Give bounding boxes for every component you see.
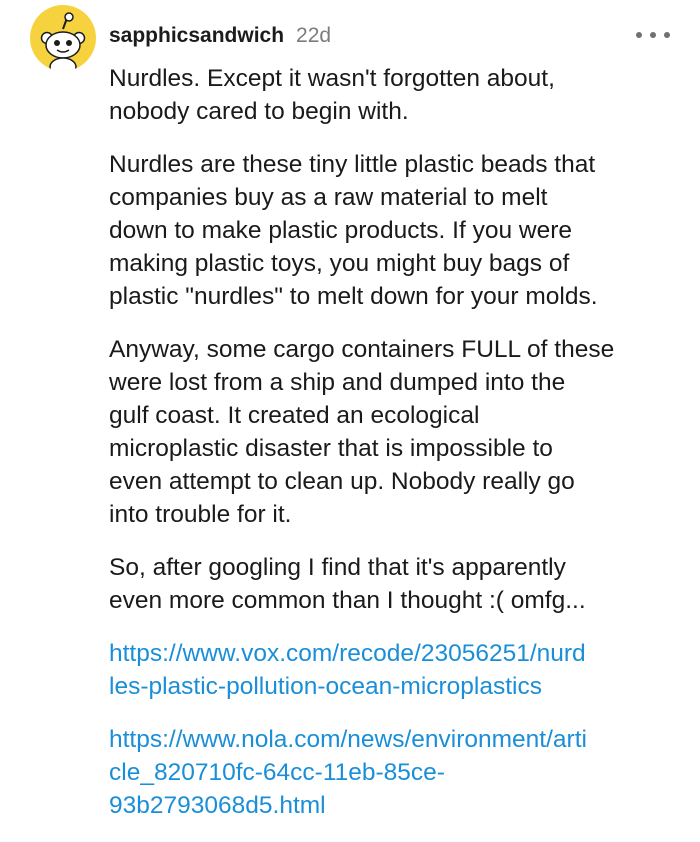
link-line[interactable]: les-plastic-pollution-ocean-microplastic… [109, 670, 681, 703]
text-line: microplastic disaster that is impossible… [109, 435, 553, 462]
text-line: down to make plastic products. If you we… [109, 217, 572, 244]
text-line: So, after googling I find that it's appa… [109, 554, 566, 581]
link-paragraph: https://www.vox.com/recode/23056251/nurd… [109, 637, 681, 703]
link-line[interactable]: https://www.vox.com/recode/23056251/nurd [109, 637, 681, 670]
more-dot [636, 32, 642, 38]
comment-age: 22d [296, 24, 332, 47]
comment-header: sapphicsandwich 22d [109, 22, 331, 50]
text-line: nobody cared to begin with. [109, 98, 409, 125]
more-options-icon[interactable] [636, 24, 670, 46]
comment: sapphicsandwich 22d Nurdles. Except it w… [0, 0, 700, 819]
nola-article-link[interactable]: https://www.nola.com/news/environment/ar… [109, 723, 681, 822]
more-dot [664, 32, 670, 38]
text-line: making plastic toys, you might buy bags … [109, 250, 570, 277]
comment-paragraph: Anyway, some cargo containers FULL of th… [109, 333, 681, 531]
more-dot [650, 32, 656, 38]
text-line: even attempt to clean up. Nobody really … [109, 468, 575, 495]
comment-paragraph: Nurdles. Except it wasn't forgotten abou… [109, 62, 681, 128]
text-line: were lost from a ship and dumped into th… [109, 369, 566, 396]
username-link[interactable]: sapphicsandwich [109, 24, 284, 48]
text-line: companies buy as a raw material to melt [109, 184, 548, 211]
comment-paragraph: So, after googling I find that it's appa… [109, 551, 681, 617]
text-line: Nurdles are these tiny little plastic be… [109, 151, 596, 178]
comment-paragraph: Nurdles are these tiny little plastic be… [109, 148, 681, 313]
snoo-avatar-icon[interactable] [30, 5, 96, 71]
link-line[interactable]: https://www.nola.com/news/environment/ar… [109, 723, 681, 756]
comment-body: Nurdles. Except it wasn't forgotten abou… [109, 62, 681, 842]
link-paragraph: https://www.nola.com/news/environment/ar… [109, 723, 681, 822]
link-line[interactable]: cle_820710fc-64cc-11eb-85ce- [109, 756, 681, 789]
text-line: into trouble for it. [109, 501, 292, 528]
text-line: Nurdles. Except it wasn't forgotten abou… [109, 65, 555, 92]
text-line: gulf coast. It created an ecological [109, 402, 480, 429]
text-line: Anyway, some cargo containers FULL of th… [109, 336, 615, 363]
text-line: even more common than I thought :( omfg.… [109, 587, 586, 614]
vox-article-link[interactable]: https://www.vox.com/recode/23056251/nurd… [109, 637, 681, 703]
text-line: plastic "nurdles" to melt down for your … [109, 283, 598, 310]
link-line[interactable]: 93b2793068d5.html [109, 789, 681, 822]
